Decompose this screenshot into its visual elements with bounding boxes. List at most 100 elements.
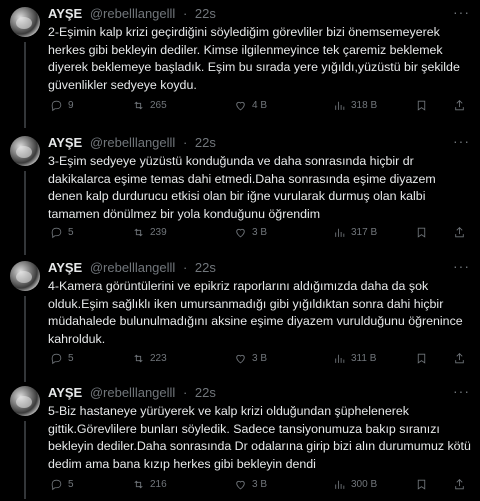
- like-button[interactable]: 3 B: [234, 352, 267, 365]
- heart-icon: [236, 354, 245, 364]
- reply-count: 5: [68, 353, 74, 364]
- share-button[interactable]: [453, 478, 466, 491]
- repost-icon: [134, 354, 143, 363]
- repost-button[interactable]: 223: [132, 352, 167, 365]
- heart-icon: [236, 480, 245, 490]
- tweet-text: 4-Kamera görüntülerini ve epikriz raporl…: [48, 279, 463, 346]
- like-count: 3 B: [252, 353, 268, 364]
- timestamp[interactable]: 22s: [195, 6, 216, 21]
- action-bar: 9 265 4 B 318 B: [50, 99, 470, 113]
- reply-button[interactable]: 9: [50, 99, 74, 112]
- repost-icon: [134, 480, 143, 489]
- action-bar: 5 223 3 B 311 B: [50, 352, 470, 366]
- reply-button[interactable]: 5: [50, 226, 74, 239]
- like-count: 3 B: [252, 227, 268, 238]
- repost-button[interactable]: 239: [132, 226, 167, 239]
- views-button[interactable]: 318 B: [333, 99, 377, 112]
- tweet-header: AYŞE @rebelllangelll · 22s: [48, 6, 216, 21]
- views-count: 317 B: [351, 227, 378, 238]
- reply-icon: [51, 227, 62, 239]
- author-handle[interactable]: @rebelllangelll: [90, 135, 175, 150]
- bookmark-button[interactable]: [415, 226, 428, 239]
- tweet-header: AYŞE @rebelllangelll · 22s: [48, 260, 216, 275]
- reply-count: 9: [68, 100, 74, 111]
- repost-button[interactable]: 216: [132, 478, 167, 491]
- share-icon: [455, 353, 464, 364]
- author-handle[interactable]: @rebelllangelll: [90, 6, 175, 21]
- like-count: 4 B: [252, 100, 268, 111]
- tweet[interactable]: AYŞE @rebelllangelll · 22s ··· 2-Eşimin …: [0, 2, 480, 128]
- reply-icon: [51, 353, 62, 365]
- action-bar: 5 216 3 B 300 B: [50, 478, 470, 492]
- heart-icon: [236, 101, 245, 111]
- like-button[interactable]: 3 B: [234, 226, 267, 239]
- tweet-header: AYŞE @rebelllangelll · 22s: [48, 135, 216, 150]
- views-icon: [335, 354, 345, 363]
- like-count: 3 B: [252, 479, 268, 490]
- tweet-text: 5-Biz hastaneye yürüyerek ve kalp krizi …: [48, 404, 471, 471]
- avatar[interactable]: [10, 386, 40, 416]
- views-icon: [335, 228, 345, 237]
- share-button[interactable]: [453, 226, 466, 239]
- tweet-header: AYŞE @rebelllangelll · 22s: [48, 385, 216, 400]
- separator-dot: ·: [182, 260, 188, 275]
- views-count: 311 B: [351, 353, 377, 364]
- like-button[interactable]: 3 B: [234, 478, 267, 491]
- like-button[interactable]: 4 B: [234, 99, 267, 112]
- reply-button[interactable]: 5: [50, 352, 74, 365]
- timestamp[interactable]: 22s: [195, 260, 216, 275]
- tweet[interactable]: AYŞE @rebelllangelll · 22s ··· 4-Kamera …: [0, 256, 480, 382]
- avatar[interactable]: [10, 7, 40, 37]
- repost-count: 223: [150, 353, 167, 364]
- views-count: 300 B: [351, 479, 378, 490]
- author-name[interactable]: AYŞE: [48, 6, 82, 21]
- bookmark-icon: [417, 100, 426, 111]
- more-icon[interactable]: ···: [453, 133, 470, 149]
- tweet[interactable]: AYŞE @rebelllangelll · 22s ··· 3-Eşim se…: [0, 131, 480, 255]
- repost-count: 216: [150, 479, 167, 490]
- thread-line: [24, 171, 26, 255]
- views-button[interactable]: 317 B: [333, 226, 377, 239]
- views-button[interactable]: 311 B: [333, 352, 376, 365]
- views-count: 318 B: [351, 100, 378, 111]
- reply-count: 5: [68, 227, 74, 238]
- repost-count: 239: [150, 227, 167, 238]
- share-button[interactable]: [453, 352, 466, 365]
- timestamp[interactable]: 22s: [195, 135, 216, 150]
- repost-button[interactable]: 265: [132, 99, 167, 112]
- share-icon: [455, 100, 464, 111]
- author-name[interactable]: AYŞE: [48, 135, 82, 150]
- bookmark-icon: [417, 227, 426, 238]
- more-icon[interactable]: ···: [453, 383, 470, 399]
- tweet[interactable]: AYŞE @rebelllangelll · 22s ··· 5-Biz has…: [0, 381, 480, 499]
- bookmark-button[interactable]: [415, 352, 428, 365]
- thread-line: [24, 296, 26, 382]
- avatar[interactable]: [10, 261, 40, 291]
- more-icon[interactable]: ···: [453, 258, 470, 274]
- action-bar: 5 239 3 B 317 B: [50, 226, 470, 240]
- avatar[interactable]: [10, 136, 40, 166]
- bookmark-icon: [417, 479, 426, 490]
- separator-dot: ·: [182, 385, 188, 400]
- repost-icon: [134, 228, 143, 237]
- author-handle[interactable]: @rebelllangelll: [90, 385, 175, 400]
- views-button[interactable]: 300 B: [333, 478, 377, 491]
- thread-line: [24, 421, 26, 499]
- author-name[interactable]: AYŞE: [48, 385, 82, 400]
- reply-icon: [51, 100, 62, 112]
- bookmark-button[interactable]: [415, 99, 428, 112]
- bookmark-button[interactable]: [415, 478, 428, 491]
- tweet-text: 2-Eşimin kalp krizi geçirdiğini söylediğ…: [48, 25, 460, 92]
- more-icon[interactable]: ···: [453, 4, 470, 20]
- thread-line: [24, 42, 26, 128]
- reply-count: 5: [68, 479, 74, 490]
- separator-dot: ·: [182, 135, 188, 150]
- views-icon: [335, 480, 345, 489]
- author-name[interactable]: AYŞE: [48, 260, 82, 275]
- timestamp[interactable]: 22s: [195, 385, 216, 400]
- bookmark-icon: [417, 353, 426, 364]
- share-button[interactable]: [453, 99, 466, 112]
- author-handle[interactable]: @rebelllangelll: [90, 260, 175, 275]
- reply-icon: [51, 479, 62, 491]
- reply-button[interactable]: 5: [50, 478, 74, 491]
